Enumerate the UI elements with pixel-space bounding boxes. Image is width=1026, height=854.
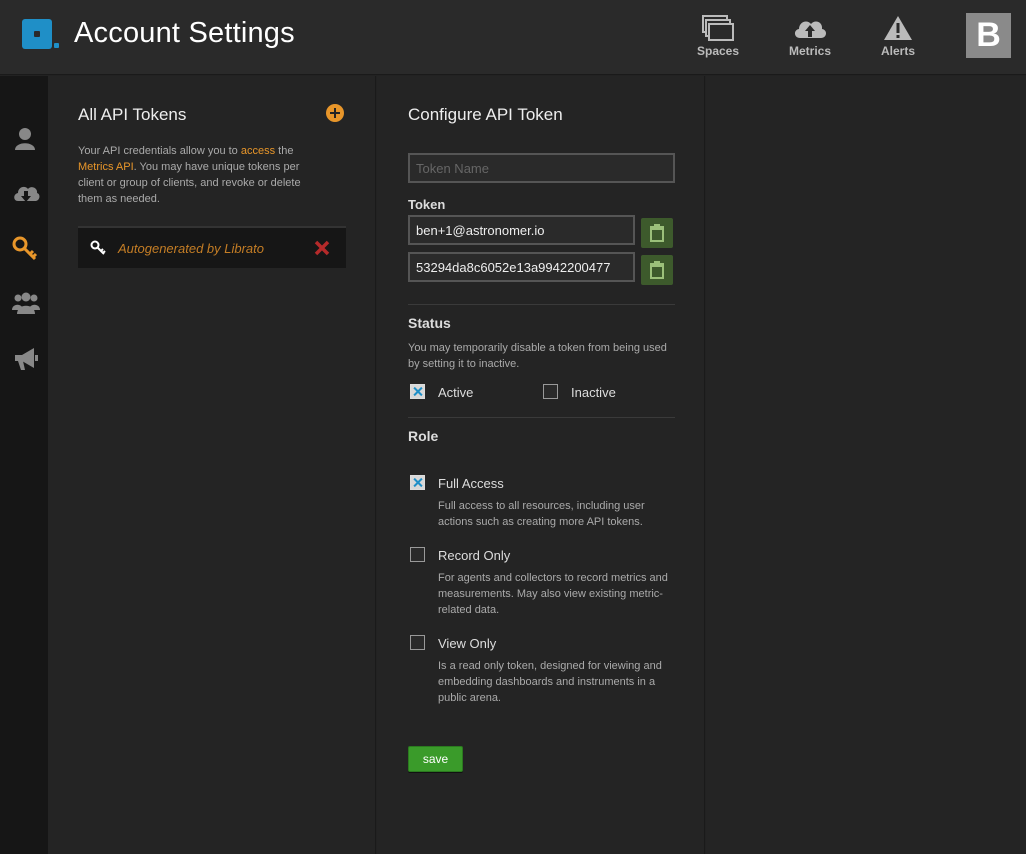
intro-text-1: Your API credentials allow you to (78, 145, 241, 157)
clipboard-icon (650, 224, 664, 242)
nav-spaces[interactable]: Spaces (683, 14, 753, 58)
nav-spaces-label: Spaces (696, 44, 740, 58)
divider (408, 304, 675, 305)
logo-dot (54, 43, 59, 48)
user-icon[interactable] (12, 126, 38, 152)
role-view-only-desc: Is a read only token, designed for viewi… (438, 660, 662, 704)
cloud-download-icon[interactable] (12, 180, 40, 206)
settings-sidebar (0, 76, 48, 854)
role-full-access-desc: Full access to all resources, including … (438, 500, 645, 528)
role-record-only-label[interactable]: Record Only (438, 548, 510, 563)
nav-metrics[interactable]: Metrics (775, 14, 845, 58)
metrics-api-link[interactable]: Metrics API (78, 161, 134, 173)
cloud-upload-icon (794, 21, 827, 38)
token-name-input[interactable] (408, 153, 675, 183)
status-active-label[interactable]: Active (438, 385, 473, 400)
megaphone-icon[interactable] (12, 346, 38, 372)
nav-alerts[interactable]: Alerts (863, 14, 933, 58)
nav-metrics-label: Metrics (788, 44, 832, 58)
status-inactive-label[interactable]: Inactive (571, 385, 616, 400)
access-link[interactable]: access (241, 145, 275, 157)
status-help: You may temporarily disable a token from… (408, 342, 667, 370)
configure-token-panel: Configure API Token Token Status You may… (377, 76, 705, 854)
top-header: Account Settings Spaces Metrics Alerts B (0, 0, 1026, 75)
role-view-only-label[interactable]: View Only (438, 636, 496, 651)
copy-token-button[interactable] (641, 255, 673, 285)
alert-icon (884, 16, 912, 40)
spaces-icon (702, 15, 734, 41)
copy-user-button[interactable] (641, 218, 673, 248)
role-record-only-checkbox[interactable] (410, 547, 425, 562)
role-title: Role (408, 428, 439, 444)
intro-text-2: the (275, 145, 294, 157)
panel-title-configure: Configure API Token (408, 105, 563, 124)
api-intro-text: Your API credentials allow you to access… (78, 143, 328, 207)
token-user-field[interactable] (408, 215, 635, 245)
status-active-checkbox[interactable] (410, 384, 425, 399)
avatar[interactable]: B (966, 13, 1011, 58)
role-full-access-label[interactable]: Full Access (438, 476, 504, 491)
add-token-button[interactable] (326, 104, 344, 122)
role-full-access-checkbox[interactable] (410, 475, 425, 490)
nav-alerts-label: Alerts (880, 44, 915, 58)
detail-panel-empty (706, 76, 1026, 854)
status-inactive-checkbox[interactable] (543, 384, 558, 399)
group-icon[interactable] (12, 290, 40, 316)
token-label: Token (408, 197, 446, 212)
page-title: Account Settings (74, 17, 295, 49)
clipboard-icon (650, 261, 664, 279)
panel-title-tokens: All API Tokens (78, 105, 187, 124)
save-button[interactable]: save (408, 746, 463, 772)
status-title: Status (408, 315, 451, 331)
token-list-item[interactable]: Autogenerated by Librato (78, 226, 346, 268)
librato-logo[interactable] (22, 19, 52, 49)
token-label: Autogenerated by Librato (118, 241, 264, 256)
role-view-only-checkbox[interactable] (410, 635, 425, 650)
key-icon (90, 240, 106, 255)
delete-token-icon[interactable] (314, 240, 330, 256)
token-value-field[interactable] (408, 252, 635, 282)
api-tokens-panel: All API Tokens Your API credentials allo… (48, 76, 376, 854)
key-icon[interactable] (12, 236, 38, 262)
role-record-only-desc: For agents and collectors to record metr… (438, 572, 668, 616)
divider (408, 417, 675, 418)
